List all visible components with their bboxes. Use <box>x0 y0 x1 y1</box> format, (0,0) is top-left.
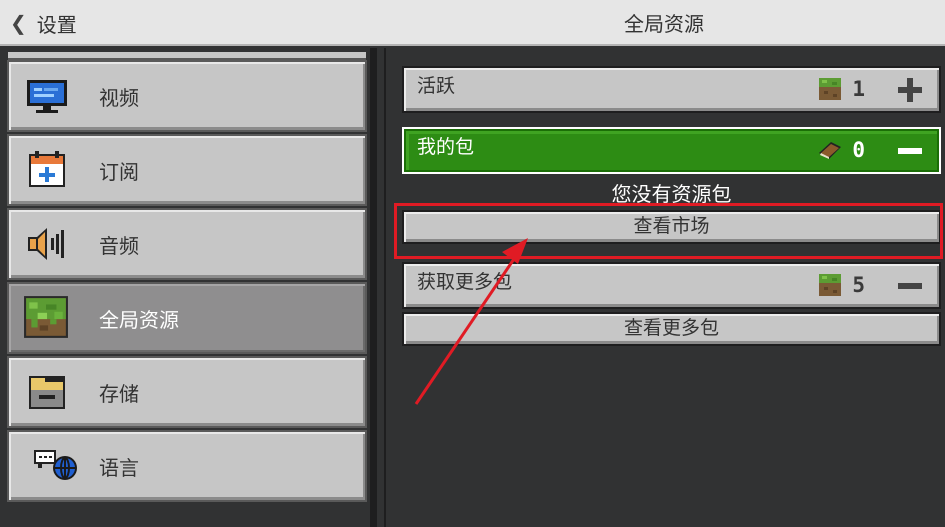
storage-folder-icon <box>29 376 65 409</box>
my-packs-count: 0 <box>852 138 865 162</box>
sidebar-item-label: 音频 <box>99 233 139 258</box>
book-icon <box>819 142 841 159</box>
sidebar-item-audio[interactable]: 音频 <box>7 208 367 280</box>
sidebar-item-storage[interactable]: 存储 <box>7 356 367 428</box>
my-packs-label: 我的包 <box>417 136 475 158</box>
back-button[interactable]: ❮ 设置 <box>10 8 77 38</box>
my-packs-row[interactable]: 我的包 0 <box>402 127 941 174</box>
grass-block-icon <box>819 274 841 296</box>
sidebar-item-video[interactable]: 视频 <box>7 60 367 132</box>
get-more-packs-row[interactable]: 获取更多包 5 <box>402 262 941 309</box>
get-more-packs-label: 获取更多包 <box>417 271 513 293</box>
calendar-add-icon <box>29 151 65 187</box>
sidebar-scroll-edge <box>8 52 366 60</box>
minus-icon[interactable] <box>897 273 923 299</box>
grass-block-icon <box>24 296 68 338</box>
sidebar-item-label: 视频 <box>99 85 139 110</box>
active-packs-row[interactable]: 活跃 1 <box>402 66 941 113</box>
sidebar-scrollbar[interactable] <box>370 48 377 527</box>
settings-sidebar: 视频 订阅 音频 全局资源 存储 语言 <box>0 48 377 527</box>
sidebar-item-language[interactable]: 语言 <box>7 430 367 502</box>
get-more-packs-count: 5 <box>852 273 865 297</box>
speaker-icon <box>28 228 64 260</box>
chat-globe-icon <box>34 450 77 480</box>
title-bar: ❮ 设置 全局资源 <box>0 0 945 46</box>
empty-packs-message: 您没有资源包 <box>611 182 732 206</box>
sidebar-item-label: 存储 <box>99 381 139 406</box>
plus-icon[interactable] <box>897 77 923 103</box>
minus-icon[interactable] <box>897 138 923 164</box>
active-packs-count: 1 <box>852 77 865 101</box>
sidebar-item-label: 语言 <box>99 455 139 480</box>
page-title: 全局资源 <box>624 12 704 36</box>
chevron-left-icon: ❮ <box>10 11 27 35</box>
sidebar-item-global-resources[interactable]: 全局资源 <box>7 282 367 354</box>
active-packs-label: 活跃 <box>417 75 456 97</box>
sidebar-item-label: 订阅 <box>99 159 139 184</box>
view-more-packs-button[interactable]: 查看更多包 <box>402 312 941 346</box>
sidebar-item-subscriptions[interactable]: 订阅 <box>7 134 367 206</box>
monitor-icon <box>27 80 67 113</box>
sidebar-item-label: 全局资源 <box>99 307 179 332</box>
resource-packs-panel: 活跃 1 我的包 0 您没有资源包 查看市场 获取更多包 5 查看更多包 <box>384 48 945 527</box>
grass-block-icon <box>819 78 841 100</box>
view-market-button[interactable]: 查看市场 <box>402 210 941 244</box>
back-label: 设置 <box>36 12 77 37</box>
